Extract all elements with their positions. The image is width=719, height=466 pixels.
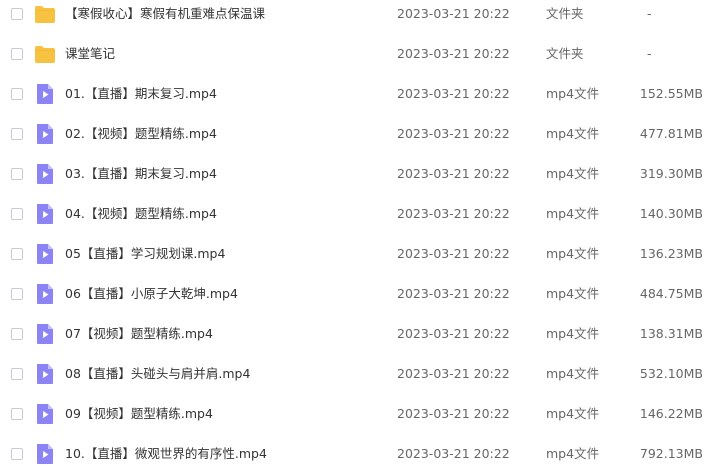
file-row[interactable]: 07【视频】题型精练.mp4 2023-03-21 20:22 mp4文件 13… xyxy=(0,315,719,355)
file-type: mp4文件 xyxy=(546,86,600,101)
file-type: mp4文件 xyxy=(546,126,600,141)
video-file-icon xyxy=(34,361,56,387)
file-name[interactable]: 04.【视频】题型精练.mp4 xyxy=(65,206,217,222)
file-row[interactable]: 课堂笔记 2023-03-21 20:22 文件夹 - xyxy=(0,35,719,75)
folder-icon xyxy=(34,1,56,27)
folder-icon xyxy=(34,41,56,67)
file-type: 文件夹 xyxy=(546,6,584,21)
file-size: 532.10MB xyxy=(639,366,703,381)
file-date: 2023-03-21 20:22 xyxy=(397,46,510,61)
file-type: mp4文件 xyxy=(546,246,600,261)
video-file-icon xyxy=(34,241,56,267)
file-name[interactable]: 07【视频】题型精练.mp4 xyxy=(65,326,213,342)
row-checkbox[interactable] xyxy=(11,208,23,220)
file-name[interactable]: 06【直播】小原子大乾坤.mp4 xyxy=(65,286,238,302)
file-size: 152.55MB xyxy=(639,86,703,101)
file-type: mp4文件 xyxy=(546,446,600,461)
video-file-icon xyxy=(34,201,56,227)
file-date: 2023-03-21 20:22 xyxy=(397,126,510,141)
file-name[interactable]: 【寒假收心】寒假有机重难点保温课 xyxy=(65,6,265,22)
file-date: 2023-03-21 20:22 xyxy=(397,406,510,421)
row-checkbox[interactable] xyxy=(11,8,23,20)
file-type: mp4文件 xyxy=(546,326,600,341)
file-name[interactable]: 03.【直播】期末复习.mp4 xyxy=(65,166,217,182)
file-date: 2023-03-21 20:22 xyxy=(397,246,510,261)
file-name[interactable]: 05【直播】学习规划课.mp4 xyxy=(65,246,225,262)
file-name[interactable]: 10.【直播】微观世界的有序性.mp4 xyxy=(65,446,267,462)
row-checkbox[interactable] xyxy=(11,128,23,140)
row-checkbox[interactable] xyxy=(11,368,23,380)
row-checkbox[interactable] xyxy=(11,408,23,420)
file-type: mp4文件 xyxy=(546,166,600,181)
row-checkbox[interactable] xyxy=(11,448,23,460)
file-date: 2023-03-21 20:22 xyxy=(397,446,510,461)
row-checkbox[interactable] xyxy=(11,248,23,260)
file-type: mp4文件 xyxy=(546,206,600,221)
file-row[interactable]: 06【直播】小原子大乾坤.mp4 2023-03-21 20:22 mp4文件 … xyxy=(0,275,719,315)
file-size: - xyxy=(647,6,652,21)
file-type: mp4文件 xyxy=(546,366,600,381)
file-date: 2023-03-21 20:22 xyxy=(397,206,510,221)
video-file-icon xyxy=(34,441,56,466)
file-size: 146.22MB xyxy=(639,406,703,421)
file-size: 140.30MB xyxy=(639,206,703,221)
file-date: 2023-03-21 20:22 xyxy=(397,6,510,21)
file-date: 2023-03-21 20:22 xyxy=(397,366,510,381)
file-size: 484.75MB xyxy=(639,286,703,301)
video-file-icon xyxy=(34,161,56,187)
file-row[interactable]: 【寒假收心】寒假有机重难点保温课 2023-03-21 20:22 文件夹 - xyxy=(0,0,719,35)
file-row[interactable]: 10.【直播】微观世界的有序性.mp4 2023-03-21 20:22 mp4… xyxy=(0,435,719,466)
video-file-icon xyxy=(34,81,56,107)
file-type: 文件夹 xyxy=(546,46,584,61)
file-name[interactable]: 02.【视频】题型精练.mp4 xyxy=(65,126,217,142)
file-size: 477.81MB xyxy=(639,126,703,141)
row-checkbox[interactable] xyxy=(11,88,23,100)
file-date: 2023-03-21 20:22 xyxy=(397,86,510,101)
file-list: 【寒假收心】寒假有机重难点保温课 2023-03-21 20:22 文件夹 - … xyxy=(0,0,719,466)
file-row[interactable]: 04.【视频】题型精练.mp4 2023-03-21 20:22 mp4文件 1… xyxy=(0,195,719,235)
file-date: 2023-03-21 20:22 xyxy=(397,286,510,301)
video-file-icon xyxy=(34,281,56,307)
file-size: 138.31MB xyxy=(639,326,703,341)
file-date: 2023-03-21 20:22 xyxy=(397,326,510,341)
file-name[interactable]: 课堂笔记 xyxy=(65,46,115,62)
file-type: mp4文件 xyxy=(546,406,600,421)
file-row[interactable]: 05【直播】学习规划课.mp4 2023-03-21 20:22 mp4文件 1… xyxy=(0,235,719,275)
file-size: 319.30MB xyxy=(639,166,703,181)
video-file-icon xyxy=(34,121,56,147)
file-row[interactable]: 02.【视频】题型精练.mp4 2023-03-21 20:22 mp4文件 4… xyxy=(0,115,719,155)
file-name[interactable]: 08【直播】头碰头与肩并肩.mp4 xyxy=(65,366,250,382)
file-size: - xyxy=(647,46,652,61)
row-checkbox[interactable] xyxy=(11,168,23,180)
file-size: 136.23MB xyxy=(639,246,703,261)
file-name[interactable]: 01.【直播】期末复习.mp4 xyxy=(65,86,217,102)
file-row[interactable]: 08【直播】头碰头与肩并肩.mp4 2023-03-21 20:22 mp4文件… xyxy=(0,355,719,395)
row-checkbox[interactable] xyxy=(11,288,23,300)
video-file-icon xyxy=(34,401,56,427)
file-size: 792.13MB xyxy=(639,446,703,461)
file-date: 2023-03-21 20:22 xyxy=(397,166,510,181)
row-checkbox[interactable] xyxy=(11,48,23,60)
row-checkbox[interactable] xyxy=(11,328,23,340)
file-row[interactable]: 01.【直播】期末复习.mp4 2023-03-21 20:22 mp4文件 1… xyxy=(0,75,719,115)
file-row[interactable]: 03.【直播】期末复习.mp4 2023-03-21 20:22 mp4文件 3… xyxy=(0,155,719,195)
file-type: mp4文件 xyxy=(546,286,600,301)
video-file-icon xyxy=(34,321,56,347)
file-row[interactable]: 09【视频】题型精练.mp4 2023-03-21 20:22 mp4文件 14… xyxy=(0,395,719,435)
file-name[interactable]: 09【视频】题型精练.mp4 xyxy=(65,406,213,422)
